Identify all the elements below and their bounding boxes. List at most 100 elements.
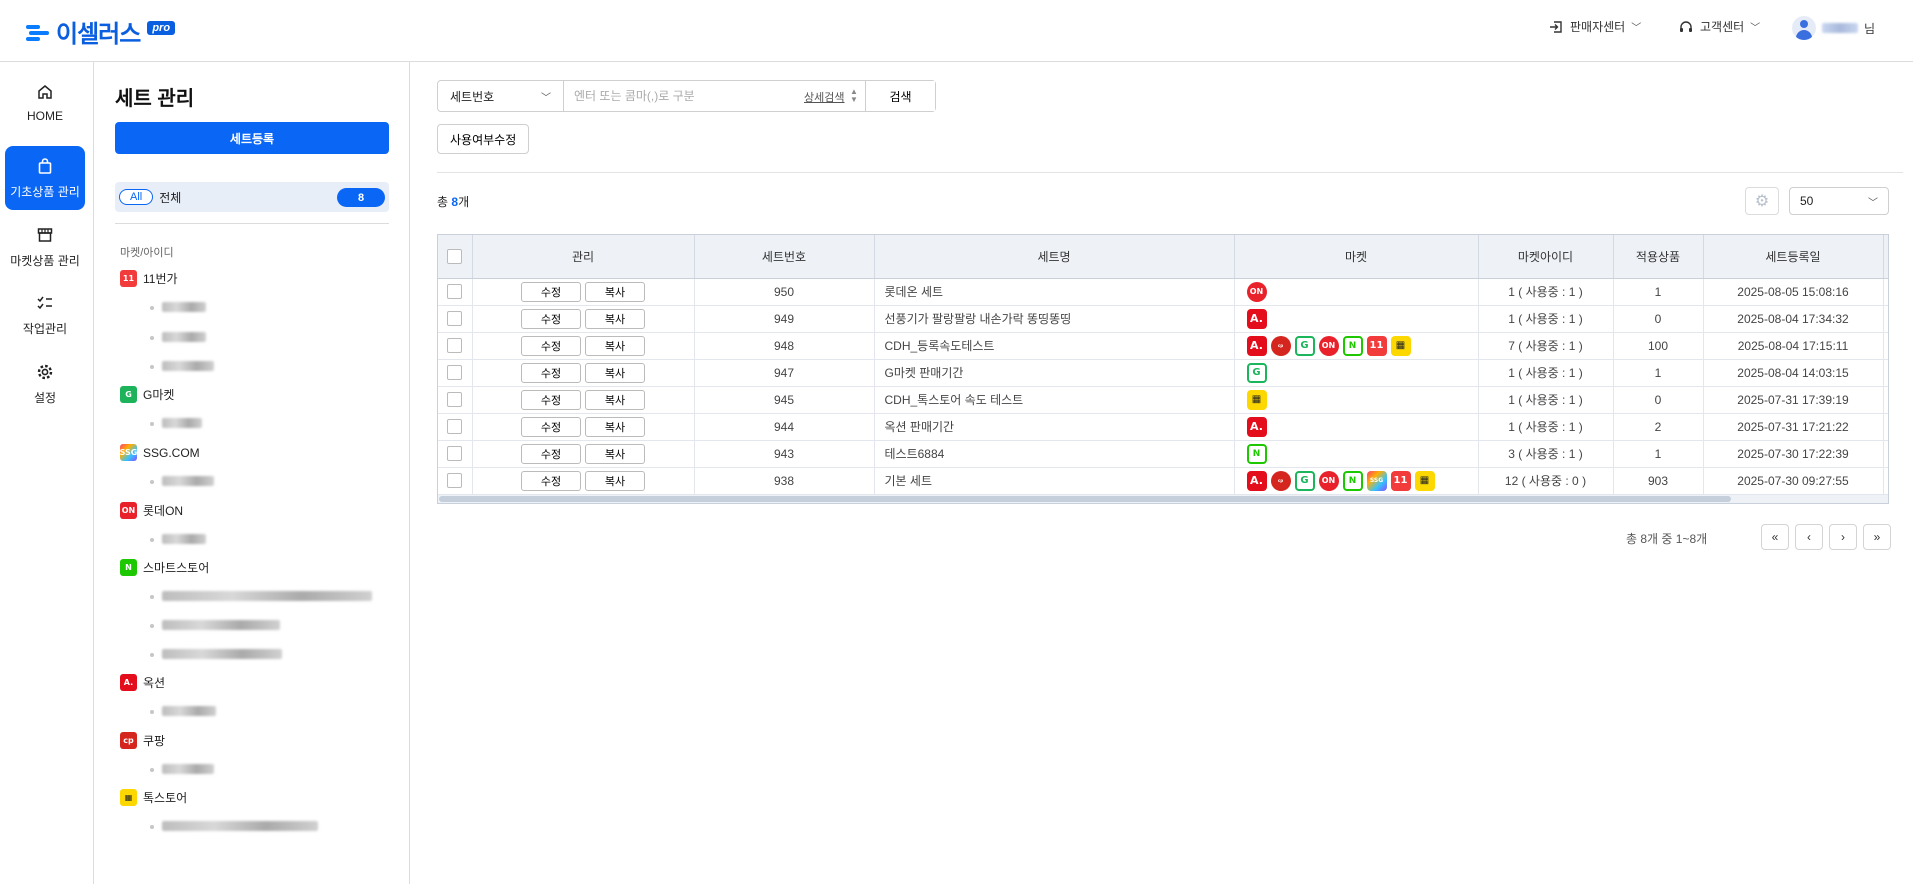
market-account[interactable] — [162, 620, 280, 630]
nav-item-settings[interactable]: 설정 — [5, 352, 85, 416]
applied-products-cell: 0 — [1613, 386, 1704, 414]
register-set-button[interactable]: 세트등록 — [115, 122, 389, 154]
edit-button[interactable]: 수정 — [521, 389, 581, 410]
logo[interactable]: 이셀러스 pro — [26, 14, 176, 49]
edit-button[interactable]: 수정 — [521, 443, 581, 464]
column-header[interactable]: 적용상품 — [1613, 235, 1704, 279]
nav-item-market-products[interactable]: 마켓상품 관리 — [5, 215, 85, 279]
nav-item-home[interactable]: HOME — [5, 71, 85, 135]
edit-button[interactable]: 수정 — [521, 416, 581, 437]
edit-button[interactable]: 수정 — [521, 470, 581, 491]
set-name-cell[interactable]: 기본 세트 — [874, 467, 1235, 495]
copy-button[interactable]: 복사 — [585, 389, 645, 410]
horizontal-scrollbar[interactable] — [438, 495, 1888, 503]
manage-cell: 수정 복사 — [472, 305, 695, 333]
market-account[interactable] — [162, 332, 206, 342]
next-page-button[interactable]: › — [1829, 524, 1857, 550]
copy-button[interactable]: 복사 — [585, 281, 645, 302]
set-id-cell: 945 — [694, 386, 875, 414]
nav-item-basic-products[interactable]: 기초상품 관리 — [5, 146, 85, 210]
market-account[interactable] — [162, 591, 372, 601]
market-group-gmarket[interactable]: G G마켓 — [120, 386, 174, 403]
column-header[interactable]: 관리 — [472, 235, 695, 279]
set-name-cell[interactable]: 옥션 판매기간 — [874, 413, 1235, 441]
row-checkbox[interactable] — [447, 365, 463, 381]
market-account[interactable] — [162, 418, 202, 428]
market-account[interactable] — [162, 361, 214, 371]
set-id-cell: 943 — [694, 440, 875, 468]
table-settings-button[interactable]: ⚙ — [1745, 187, 1779, 215]
table-row[interactable]: 수정 복사 945 CDH_톡스토어 속도 테스트 ▦ 1 ( 사용중 : 1 ) 0 202… — [438, 386, 1888, 414]
set-name-cell[interactable]: 선풍기가 팔랑팔랑 내손가락 똥띵똥띵 — [874, 305, 1235, 333]
markets-cell: A. cp G ON N 11 ▦ — [1234, 332, 1479, 360]
table-row[interactable]: 수정 복사 948 CDH_등록속도테스트 A. cp G ON N 11 ▦ 7 ( 사용중 : 1… — [438, 332, 1888, 360]
detail-search-link[interactable]: 상세검색 — [804, 89, 844, 105]
set-name-cell[interactable]: CDH_톡스토어 속도 테스트 — [874, 386, 1235, 414]
set-name-cell[interactable]: 롯데온 세트 — [874, 278, 1235, 306]
table-row[interactable]: 수정 복사 949 선풍기가 팔랑팔랑 내손가락 똥띵똥띵 A. 1 ( 사용중 : 1 … — [438, 305, 1888, 333]
market-account[interactable] — [162, 764, 214, 774]
edit-button[interactable]: 수정 — [521, 308, 581, 329]
table-row[interactable]: 수정 복사 938 기본 세트 A. cp G ON N SSG 11 ▦ 12 ( 사용중 : 0 )… — [438, 467, 1888, 495]
edit-button[interactable]: 수정 — [521, 362, 581, 383]
row-checkbox[interactable] — [447, 446, 463, 462]
column-header[interactable]: 세트번호 — [694, 235, 875, 279]
row-checkbox[interactable] — [447, 311, 463, 327]
user-menu[interactable]: 님 — [1792, 16, 1875, 40]
row-checkbox[interactable] — [447, 473, 463, 489]
select-all-checkbox[interactable] — [447, 248, 463, 264]
prev-page-button[interactable]: ‹ — [1795, 524, 1823, 550]
search-field-select[interactable]: 세트번호 ﹀ — [438, 81, 564, 111]
market-account[interactable] — [162, 706, 216, 716]
table-row[interactable]: 수정 복사 943 테스트6884 N 3 ( 사용중 : 1 ) 1 2025-07-30 … — [438, 440, 1888, 468]
usage-edit-button[interactable]: 사용여부수정 — [437, 124, 530, 154]
copy-button[interactable]: 복사 — [585, 443, 645, 464]
edit-button[interactable]: 수정 — [521, 281, 581, 302]
market-account[interactable] — [162, 534, 206, 544]
edit-button[interactable]: 수정 — [521, 335, 581, 356]
column-header[interactable]: 세트명 — [874, 235, 1235, 279]
copy-button[interactable]: 복사 — [585, 362, 645, 383]
market-account[interactable] — [162, 476, 214, 486]
copy-button[interactable]: 복사 — [585, 470, 645, 491]
table-row[interactable]: 수정 복사 944 옥션 판매기간 A. 1 ( 사용중 : 1 ) 2 2025-07-31… — [438, 413, 1888, 441]
market-group-smartstore[interactable]: N 스마트스토어 — [120, 559, 209, 576]
set-name-cell[interactable]: CDH_등록속도테스트 — [874, 332, 1235, 360]
resize-handle-icon[interactable]: ▲ ▼ — [848, 82, 860, 110]
search-button[interactable]: 검색 — [865, 81, 935, 111]
customer-center-menu[interactable]: 고객센터 ﹀ — [1678, 18, 1760, 35]
nav-item-jobs[interactable]: 작업관리 — [5, 283, 85, 347]
row-checkbox[interactable] — [447, 419, 463, 435]
market-account[interactable] — [162, 649, 282, 659]
scrollbar-thumb[interactable] — [439, 496, 1731, 502]
last-page-button[interactable]: » — [1863, 524, 1891, 550]
market-group-auction[interactable]: A. 옥션 — [120, 674, 165, 691]
column-header[interactable]: 세트등록일 — [1703, 235, 1884, 279]
column-header[interactable]: 마켓 — [1234, 235, 1479, 279]
row-checkbox[interactable] — [447, 392, 463, 408]
market-group-11st[interactable]: 11 11번가 — [120, 270, 178, 287]
row-checkbox[interactable] — [447, 284, 463, 300]
row-checkbox[interactable] — [447, 338, 463, 354]
market-group-ssg[interactable]: SSG SSG.COM — [120, 444, 200, 461]
filter-all[interactable]: All 전체 8 — [115, 182, 389, 212]
first-page-button[interactable]: « — [1761, 524, 1789, 550]
copy-button[interactable]: 복사 — [585, 308, 645, 329]
copy-button[interactable]: 복사 — [585, 335, 645, 356]
market-account[interactable] — [162, 821, 318, 831]
seller-center-menu[interactable]: 판매자센터 ﹀ — [1548, 18, 1641, 35]
market-account[interactable] — [162, 302, 206, 312]
table-row[interactable]: 수정 복사 950 롯데온 세트 ON 1 ( 사용중 : 1 ) 1 2025-08-05 … — [438, 278, 1888, 306]
market-group-talkstore[interactable]: ▦ 톡스토어 — [120, 789, 187, 806]
set-name-cell[interactable]: 테스트6884 — [874, 440, 1235, 468]
auction-icon: A. — [1246, 308, 1267, 329]
column-header[interactable]: 마켓아이디 — [1478, 235, 1614, 279]
market-group-coupang[interactable]: cp 쿠팡 — [120, 732, 165, 749]
gmarket-icon: G — [120, 386, 137, 403]
checklist-icon — [36, 294, 54, 316]
market-group-lotteon[interactable]: ON 롯데ON — [120, 502, 183, 519]
set-name-cell[interactable]: G마켓 판매기간 — [874, 359, 1235, 387]
copy-button[interactable]: 복사 — [585, 416, 645, 437]
table-row[interactable]: 수정 복사 947 G마켓 판매기간 G 1 ( 사용중 : 1 ) 1 2025-08-04… — [438, 359, 1888, 387]
page-size-select[interactable]: 50 ﹀ — [1789, 187, 1889, 215]
